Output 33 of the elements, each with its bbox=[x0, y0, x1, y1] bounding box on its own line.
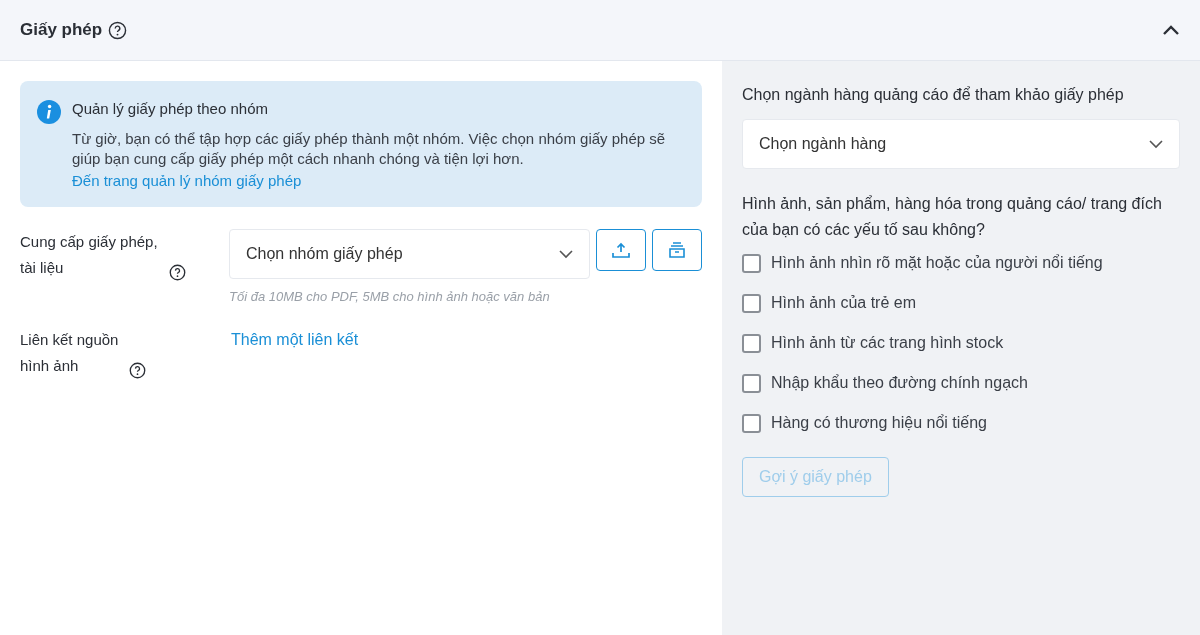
category-select[interactable]: Chọn ngành hàng bbox=[742, 119, 1180, 169]
help-icon[interactable] bbox=[129, 361, 146, 379]
question-text: Hình ảnh, sản phẩm, hàng hóa trong quảng cáo/ trang đích của bạn có các yếu tố sau không? bbox=[742, 194, 1163, 240]
option-label: Hình ảnh nhìn rõ mặt hoặc của người nổi tiếng bbox=[771, 253, 1103, 273]
collapse-icon[interactable] bbox=[1162, 24, 1180, 36]
archive-icon bbox=[668, 241, 686, 259]
option-label: Hàng có thương hiệu nổi tiếng bbox=[771, 413, 987, 433]
option-label: Nhập khẩu theo đường chính ngạch bbox=[771, 373, 1028, 393]
option-label: Hình ảnh từ các trang hình stock bbox=[771, 333, 1004, 353]
checkbox[interactable] bbox=[742, 293, 761, 313]
help-icon[interactable] bbox=[169, 264, 186, 281]
checkbox[interactable] bbox=[742, 253, 761, 273]
category-label: Chọn ngành hàng quảng cáo để tham khảo giấy phép bbox=[742, 85, 1125, 105]
archive-button[interactable] bbox=[652, 229, 702, 271]
manage-groups-link[interactable]: Đến trang quản lý nhóm giấy phép bbox=[72, 171, 686, 191]
section-title: Giấy phép bbox=[20, 19, 103, 42]
upload-icon bbox=[611, 241, 631, 259]
hint-text: Tối đa 10MB cho PDF, 5MB cho hình ảnh hoặc văn bản bbox=[229, 288, 551, 306]
chevron-down-icon bbox=[1149, 139, 1163, 149]
banner-text: Từ giờ, bạn có thể tập hợp các giấy phép thành một nhóm. Việc chọn nhóm giấy phép sẽ giúp bạn cung cấp giấy phép một cách nhanh chóng và tiện lợi hơn. bbox=[72, 129, 667, 169]
option-label: Hình ảnh của trẻ em bbox=[771, 293, 916, 313]
chevron-down-icon bbox=[559, 249, 573, 259]
banner-title: Quản lý giấy phép theo nhóm bbox=[72, 99, 269, 119]
add-link[interactable]: Thêm một liên kết bbox=[231, 326, 359, 379]
field-label: Liên kết nguồn hình ảnh bbox=[20, 329, 120, 376]
info-icon bbox=[36, 99, 62, 125]
field-label: Cung cấp giấy phép, tài liệu bbox=[20, 232, 159, 278]
upload-button[interactable] bbox=[596, 229, 646, 271]
checkbox[interactable] bbox=[742, 333, 761, 353]
help-icon[interactable] bbox=[108, 20, 128, 40]
checkbox[interactable] bbox=[742, 373, 761, 393]
license-group-select[interactable]: Chọn nhóm giấy phép bbox=[229, 229, 590, 279]
checkbox[interactable] bbox=[742, 413, 761, 433]
